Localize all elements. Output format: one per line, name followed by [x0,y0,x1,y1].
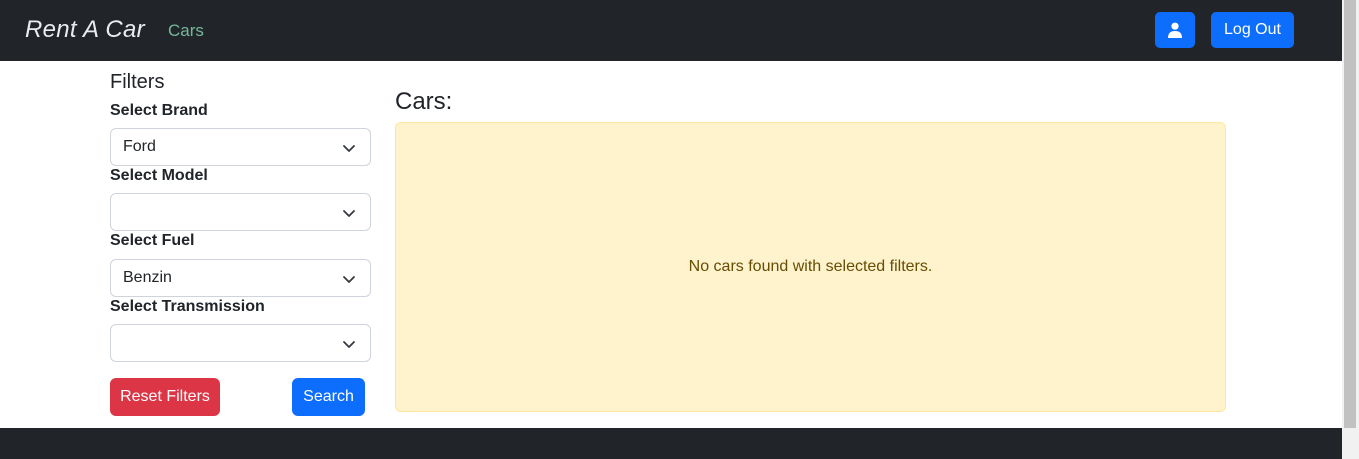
page-footer [0,428,1342,459]
scrollbar-thumb[interactable] [1344,0,1356,428]
empty-results-alert: No cars found with selected filters. [395,122,1226,412]
transmission-label: Select Transmission [110,298,265,315]
brand-label: Select Brand [110,102,208,119]
empty-results-message: No cars found with selected filters. [688,258,933,275]
user-icon [1168,22,1182,38]
nav-link-cars[interactable]: Cars [168,21,204,41]
fuel-select[interactable]: Benzin [110,259,371,297]
fuel-select-value: Benzin [123,269,172,286]
model-select[interactable] [110,193,371,231]
search-button[interactable]: Search [292,378,365,416]
transmission-select[interactable] [110,324,371,362]
chevron-down-icon [343,341,355,348]
logout-button[interactable]: Log Out [1211,12,1294,48]
profile-button[interactable] [1155,12,1195,48]
chevron-down-icon [343,145,355,152]
fuel-label: Select Fuel [110,232,195,249]
brand-select-value: Ford [123,138,156,155]
brand-logo[interactable]: Rent A Car [25,16,145,44]
model-label: Select Model [110,167,208,184]
chevron-down-icon [343,276,355,283]
reset-filters-button[interactable]: Reset Filters [110,378,220,416]
top-navbar: Rent A Car Cars Log Out [0,0,1342,61]
brand-select[interactable]: Ford [110,128,371,166]
cars-heading: Cars: [395,88,453,115]
chevron-down-icon [343,210,355,217]
filters-title: Filters [110,71,165,93]
